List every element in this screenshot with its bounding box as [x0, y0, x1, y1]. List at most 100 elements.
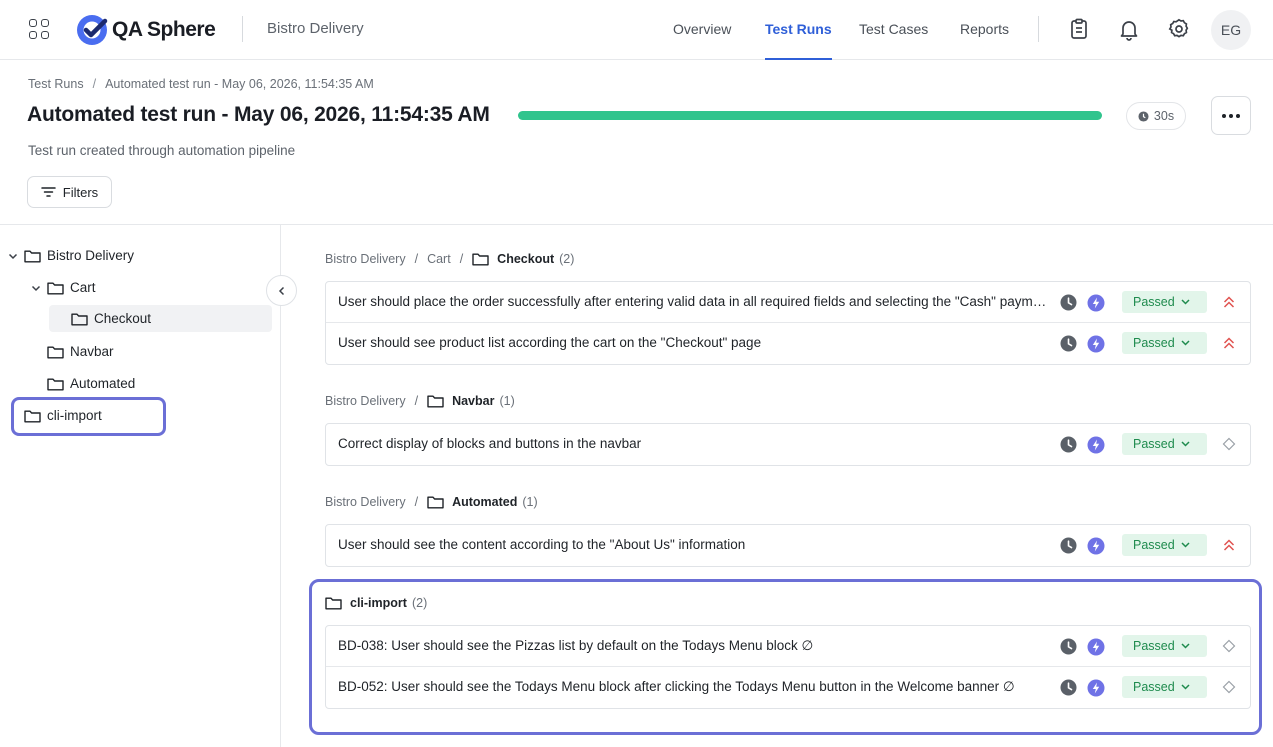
tree-item-cli-import[interactable]: cli-import — [24, 402, 162, 429]
path-separator: / — [414, 252, 419, 266]
status-label: Passed — [1133, 437, 1175, 451]
group-path-segment[interactable]: Cart — [427, 252, 451, 266]
chevron-down-icon — [1181, 441, 1190, 447]
tree-item-bistro-delivery[interactable]: Bistro Delivery — [7, 242, 267, 269]
tree-item-label: Navbar — [70, 344, 114, 359]
nav-tab-test-cases[interactable]: Test Cases — [859, 0, 928, 60]
clock-icon — [1138, 110, 1149, 122]
nav-tab-test-runs[interactable]: Test Runs — [765, 0, 832, 60]
breadcrumb-separator: / — [92, 77, 97, 91]
chevron-down-icon — [1181, 340, 1190, 346]
group-path-segment[interactable]: Bistro Delivery — [325, 394, 406, 408]
test-case-list: BD-038: User should see the Pizzas list … — [325, 625, 1251, 709]
run-progress-bar — [518, 111, 1102, 120]
status-dropdown[interactable]: Passed — [1122, 291, 1207, 313]
tree-item-label: Checkout — [94, 311, 152, 326]
group-path-segment[interactable]: Bistro Delivery — [325, 252, 406, 266]
tree-item-automated[interactable]: Automated — [47, 370, 267, 397]
nav-tab-overview[interactable]: Overview — [673, 0, 731, 60]
clock-icon[interactable] — [1060, 294, 1077, 311]
lightning-icon[interactable] — [1087, 294, 1105, 312]
group-count: (1) — [499, 394, 515, 408]
clock-icon[interactable] — [1060, 436, 1077, 453]
test-case-title[interactable]: BD-052: User should see the Todays Menu … — [338, 679, 1052, 695]
lightning-icon[interactable] — [1087, 335, 1105, 353]
lightning-icon[interactable] — [1087, 537, 1105, 555]
chevron-down-icon — [1181, 684, 1190, 690]
tree-item-label: Cart — [70, 280, 96, 295]
tree-item-cart[interactable]: Cart — [30, 274, 267, 301]
path-separator: / — [414, 394, 419, 408]
double-chevron-up-icon — [1223, 296, 1235, 308]
filters-label: Filters — [62, 184, 99, 200]
more-options-button[interactable] — [1211, 96, 1251, 135]
folder-icon — [427, 395, 444, 408]
status-label: Passed — [1133, 639, 1175, 653]
test-case-list: User should see the content according to… — [325, 524, 1251, 567]
apps-grid-icon[interactable] — [29, 19, 49, 39]
tree-item-navbar[interactable]: Navbar — [47, 338, 267, 365]
test-case-row[interactable]: User should see the content according to… — [326, 525, 1250, 566]
lightning-icon[interactable] — [1087, 638, 1105, 656]
lightning-icon[interactable] — [1087, 436, 1105, 454]
collapse-sidebar-button[interactable] — [266, 275, 297, 306]
clock-icon[interactable] — [1060, 537, 1077, 554]
test-case-row[interactable]: BD-038: User should see the Pizzas list … — [326, 626, 1250, 667]
group-header-navbar: Bistro Delivery / Navbar (1) — [325, 391, 515, 411]
breadcrumb-current: Automated test run - May 06, 2026, 11:54… — [105, 77, 374, 91]
top-navigation-bar: QA Sphere Bistro Delivery Overview Test … — [0, 0, 1273, 60]
bell-icon[interactable] — [1117, 17, 1141, 41]
clipboard-icon[interactable] — [1067, 17, 1091, 41]
breadcrumb: Test Runs / Automated test run - May 06, 2… — [28, 77, 374, 91]
test-case-title[interactable]: User should place the order successfully… — [338, 294, 1052, 309]
clock-icon[interactable] — [1060, 679, 1077, 696]
chevron-down-icon[interactable] — [7, 250, 19, 262]
test-case-title[interactable]: Correct display of blocks and buttons in… — [338, 436, 1052, 451]
clock-icon[interactable] — [1060, 638, 1077, 655]
divider — [242, 16, 243, 42]
status-dropdown[interactable]: Passed — [1122, 635, 1207, 657]
test-case-title[interactable]: User should see the content according to… — [338, 537, 1052, 552]
diamond-icon — [1222, 437, 1236, 451]
test-case-title[interactable]: BD-038: User should see the Pizzas list … — [338, 638, 1052, 654]
run-duration-badge: 30s — [1126, 102, 1186, 130]
test-case-row[interactable]: User should see product list according t… — [326, 323, 1250, 364]
status-label: Passed — [1133, 295, 1175, 309]
gear-icon[interactable] — [1167, 17, 1191, 41]
project-name[interactable]: Bistro Delivery — [267, 20, 364, 37]
status-dropdown[interactable]: Passed — [1122, 433, 1207, 455]
status-dropdown[interactable]: Passed — [1122, 676, 1207, 698]
status-label: Passed — [1133, 680, 1175, 694]
tree-item-checkout[interactable]: Checkout — [49, 305, 272, 332]
status-dropdown[interactable]: Passed — [1122, 534, 1207, 556]
group-folder-name[interactable]: Automated — [452, 495, 517, 509]
user-avatar[interactable]: EG — [1211, 10, 1251, 50]
double-chevron-up-icon — [1223, 539, 1235, 551]
path-separator: / — [459, 252, 464, 266]
lightning-icon[interactable] — [1087, 679, 1105, 697]
group-header-automated: Bistro Delivery / Automated (1) — [325, 492, 538, 512]
group-path-segment[interactable]: Bistro Delivery — [325, 495, 406, 509]
test-case-row[interactable]: User should place the order successfully… — [326, 282, 1250, 323]
folder-icon — [24, 250, 41, 262]
folder-icon — [325, 597, 342, 610]
status-label: Passed — [1133, 538, 1175, 552]
filter-icon — [41, 187, 56, 197]
group-folder-name[interactable]: cli-import — [350, 596, 407, 610]
folder-icon — [47, 346, 64, 358]
app-logo[interactable]: QA Sphere — [75, 12, 216, 48]
test-case-row[interactable]: BD-052: User should see the Todays Menu … — [326, 667, 1250, 708]
group-count: (2) — [411, 596, 428, 610]
clock-icon[interactable] — [1060, 335, 1077, 352]
duration-value: 30s — [1153, 109, 1175, 123]
group-folder-name[interactable]: Navbar — [452, 394, 494, 408]
nav-tab-reports[interactable]: Reports — [960, 0, 1009, 60]
breadcrumb-link-test-runs[interactable]: Test Runs — [28, 77, 84, 91]
chevron-down-icon[interactable] — [30, 282, 42, 294]
filters-button[interactable]: Filters — [27, 176, 112, 208]
test-case-row[interactable]: Correct display of blocks and buttons in… — [326, 424, 1250, 465]
run-description: Test run created through automation pipe… — [28, 143, 296, 158]
group-folder-name[interactable]: Checkout — [497, 252, 554, 266]
status-dropdown[interactable]: Passed — [1122, 332, 1207, 354]
test-case-title[interactable]: User should see product list according t… — [338, 335, 1052, 350]
